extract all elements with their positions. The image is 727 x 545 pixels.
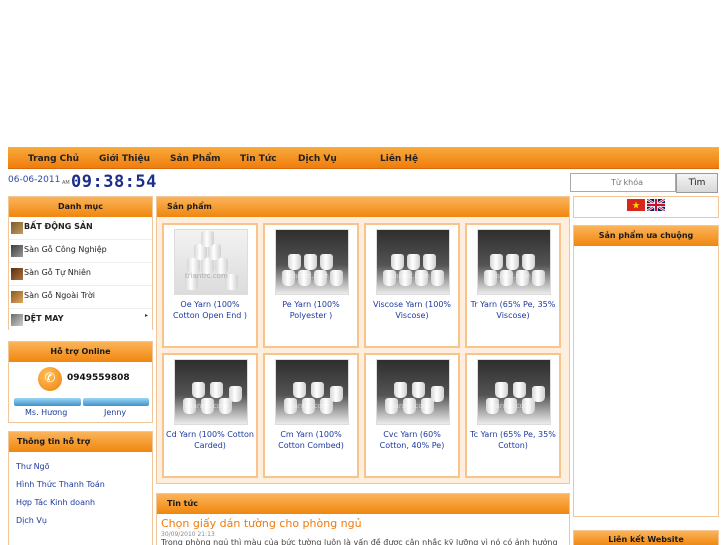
category-label: Sàn Gỗ Ngoài Trời	[24, 291, 95, 300]
category-thumb-icon	[11, 245, 23, 257]
category-label: Sàn Gỗ Tự Nhiên	[24, 268, 91, 277]
news-title: Tin tức	[157, 494, 569, 514]
product-image[interactable]: triantrc.com	[477, 359, 551, 425]
favorites-panel: Sản phẩm ưa chuộng	[573, 225, 719, 517]
news-date: 30/09/2010 21:13	[161, 531, 215, 538]
product-name[interactable]: Cd Yarn (100% Cotton Carded)	[166, 429, 254, 451]
info-link-cooperation[interactable]: Hợp Tác Kinh doanh	[16, 498, 95, 507]
search-button[interactable]: Tìm	[676, 173, 718, 193]
image-watermark: triantrc.com	[387, 272, 430, 280]
website-links-panel: Liên kết Website	[573, 530, 719, 545]
online-support-panel: Hỗ trợ Online ✆ 0949559808 Ms. Hương Jen…	[8, 341, 153, 423]
category-item-natural-wood[interactable]: Sàn Gỗ Tự Nhiên	[9, 263, 152, 286]
vietnam-flag-icon[interactable]	[627, 199, 645, 211]
category-label: Sàn Gỗ Công Nghiệp	[24, 245, 107, 254]
nav-contact[interactable]: Liên Hệ	[380, 148, 418, 170]
uk-flag-icon[interactable]	[647, 199, 665, 211]
website-links-title: Liên kết Website	[574, 531, 718, 545]
image-watermark: triantrc.com	[185, 272, 228, 280]
support-agent-name[interactable]: Ms. Hương	[25, 408, 67, 417]
product-card[interactable]: triantrc.com Tr Yarn (65% Pe, 35% Viscos…	[465, 223, 561, 348]
product-image[interactable]: triantrc.com	[275, 359, 349, 425]
category-item-industrial-wood[interactable]: Sàn Gỗ Công Nghiệp	[9, 240, 152, 263]
support-phone: 0949559808	[67, 373, 130, 383]
category-label: DỆT MAY	[24, 314, 64, 323]
nav-about[interactable]: Giới Thiệu	[99, 148, 150, 170]
product-name[interactable]: Cm Yarn (100% Cotton Combed)	[267, 429, 355, 451]
digital-clock: 09:38:54	[71, 172, 157, 192]
category-title: Danh mục	[9, 197, 152, 217]
product-card[interactable]: triantrc.com Viscose Yarn (100% Viscose)	[364, 223, 460, 348]
submenu-arrow-icon: ▸	[144, 312, 148, 319]
image-watermark: triantrc.com	[286, 272, 329, 280]
products-panel: Sản phẩm triantrc.com Oe Yarn (100% Cott…	[156, 196, 570, 484]
category-list: BẤT ĐỘNG SẢN Sàn Gỗ Công Nghiệp Sàn Gỗ T…	[9, 217, 152, 330]
product-name[interactable]: Tr Yarn (65% Pe, 35% Viscose)	[469, 299, 557, 321]
nav-products[interactable]: Sản Phẩm	[170, 148, 221, 170]
category-thumb-icon	[11, 291, 23, 303]
category-item-outdoor-wood[interactable]: Sàn Gỗ Ngoài Trời	[9, 286, 152, 309]
online-support-body: ✆ 0949559808 Ms. Hương Jenny	[9, 362, 152, 422]
category-thumb-icon	[11, 268, 23, 280]
product-image[interactable]: triantrc.com	[376, 229, 450, 295]
product-image[interactable]: triantrc.com	[376, 359, 450, 425]
info-link-letter[interactable]: Thư Ngõ	[16, 462, 50, 471]
info-link-services[interactable]: Dịch Vụ	[16, 516, 47, 525]
nav-home[interactable]: Trang Chủ	[28, 148, 79, 170]
chat-status-icon[interactable]	[83, 398, 149, 406]
chat-status-icon[interactable]	[14, 398, 81, 406]
image-watermark: triantrc.com	[387, 402, 430, 410]
news-excerpt: Trong phòng ngủ thì màu của bức tường lu…	[161, 538, 558, 545]
product-name[interactable]: Cvc Yarn (60% Cotton, 40% Pe)	[368, 429, 456, 451]
search-input[interactable]	[570, 173, 676, 192]
product-name[interactable]: Oe Yarn (100% Cotton Open End )	[166, 299, 254, 321]
info-link-payment[interactable]: Hình Thức Thanh Toán	[16, 480, 105, 489]
product-name[interactable]: Pe Yarn (100% Polyester )	[267, 299, 355, 321]
category-thumb-icon	[11, 222, 23, 234]
support-agent-name[interactable]: Jenny	[104, 408, 126, 417]
product-name[interactable]: Tc Yarn (65% Pe, 35% Cotton)	[469, 429, 557, 451]
support-info-title: Thông tin hỗ trợ	[9, 432, 152, 452]
product-card[interactable]: triantrc.com Cd Yarn (100% Cotton Carded…	[162, 353, 258, 478]
product-card[interactable]: triantrc.com Pe Yarn (100% Polyester )	[263, 223, 359, 348]
image-watermark: triantrc.com	[185, 402, 228, 410]
clock-ampm: AM	[62, 180, 70, 186]
support-info-panel: Thông tin hỗ trợ Thư Ngõ Hình Thức Thanh…	[8, 431, 153, 545]
main-nav: Trang Chủ Giới Thiệu Sản Phẩm Tin Tức Dị…	[8, 147, 719, 169]
news-headline[interactable]: Chọn giấy dán tường cho phòng ngủ	[161, 517, 362, 530]
product-image[interactable]: triantrc.com	[477, 229, 551, 295]
category-item-real-estate[interactable]: BẤT ĐỘNG SẢN	[9, 217, 152, 240]
support-info-body: Thư Ngõ Hình Thức Thanh Toán Hợp Tác Kin…	[9, 452, 152, 545]
nav-news[interactable]: Tin Tức	[240, 148, 277, 170]
product-card[interactable]: triantrc.com Cm Yarn (100% Cotton Combed…	[263, 353, 359, 478]
category-thumb-icon	[11, 314, 23, 326]
language-bar	[573, 196, 719, 218]
favorites-title: Sản phẩm ưa chuộng	[574, 226, 718, 246]
product-card[interactable]: triantrc.com Cvc Yarn (60% Cotton, 40% P…	[364, 353, 460, 478]
image-watermark: triantrc.com	[488, 402, 531, 410]
product-card[interactable]: triantrc.com Oe Yarn (100% Cotton Open E…	[162, 223, 258, 348]
nav-services[interactable]: Dịch Vụ	[298, 148, 337, 170]
product-name[interactable]: Viscose Yarn (100% Viscose)	[368, 299, 456, 321]
current-date: 06-06-2011	[8, 175, 61, 185]
category-item-textile[interactable]: DỆT MAY ▸	[9, 309, 152, 330]
category-panel: Danh mục BẤT ĐỘNG SẢN Sàn Gỗ Công Nghiệp…	[8, 196, 153, 330]
product-image[interactable]: triantrc.com	[174, 229, 248, 295]
product-image[interactable]: triantrc.com	[275, 229, 349, 295]
image-watermark: triantrc.com	[286, 402, 329, 410]
products-title: Sản phẩm	[157, 197, 569, 217]
phone-icon: ✆	[38, 367, 62, 391]
category-label: BẤT ĐỘNG SẢN	[24, 222, 93, 231]
product-image[interactable]: triantrc.com	[174, 359, 248, 425]
image-watermark: triantrc.com	[488, 272, 531, 280]
online-support-title: Hỗ trợ Online	[9, 342, 152, 362]
product-card[interactable]: triantrc.com Tc Yarn (65% Pe, 35% Cotton…	[465, 353, 561, 478]
